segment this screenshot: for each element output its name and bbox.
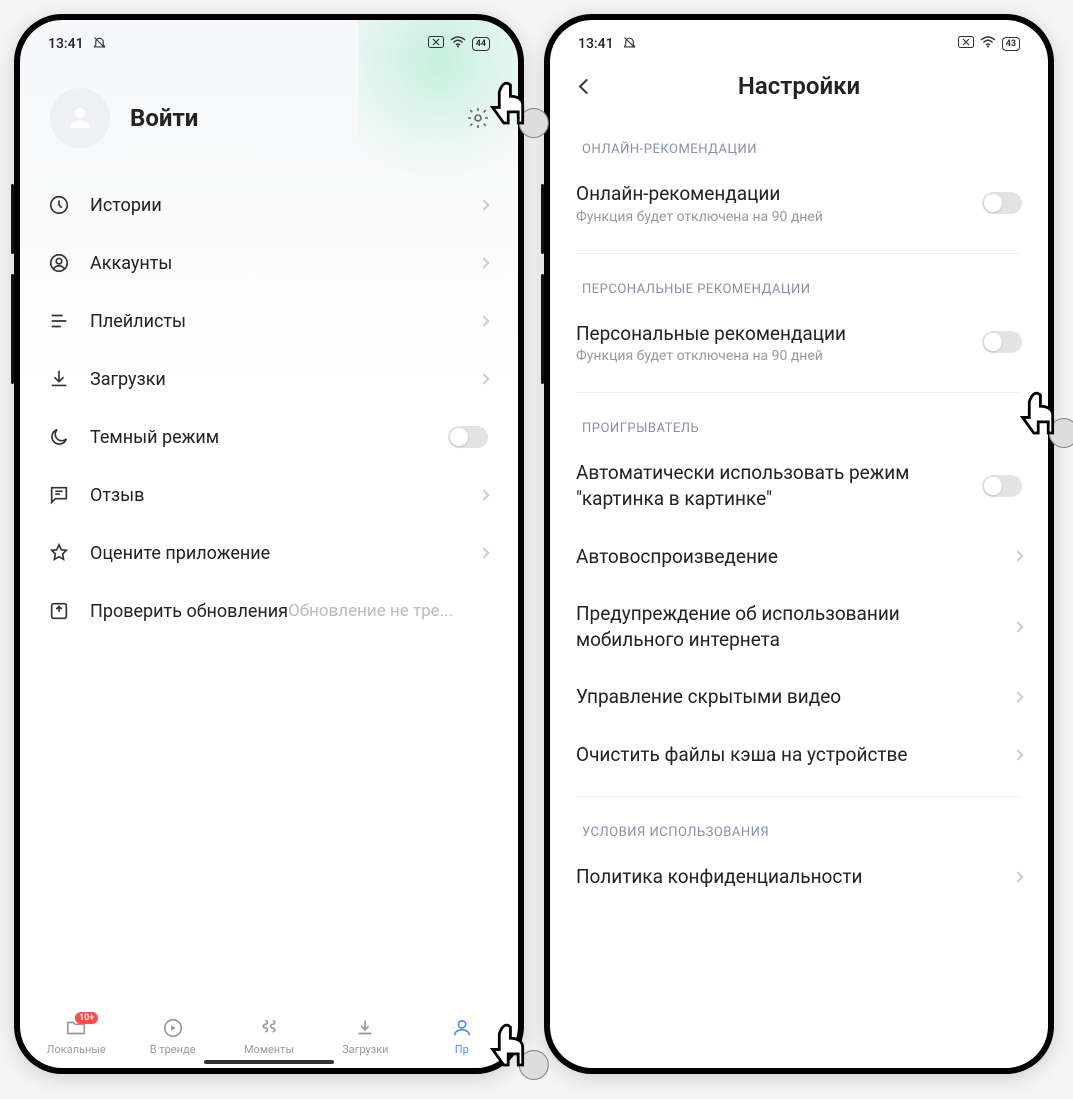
- chevron-right-icon: [478, 199, 489, 210]
- menu-rate[interactable]: Оцените приложение: [34, 524, 500, 582]
- playlist-icon: [46, 308, 72, 334]
- section-header-online: ОНЛАЙН-РЕКОМЕНДАЦИИ: [556, 114, 1042, 167]
- page-title: Настройки: [570, 72, 1028, 100]
- chevron-right-icon: [1012, 749, 1023, 760]
- nav-profile[interactable]: Пр: [418, 1016, 506, 1056]
- user-circle-icon: [46, 250, 72, 276]
- close-box-icon: [428, 36, 444, 52]
- setting-clear-cache[interactable]: Очистить файлы кэша на устройстве: [556, 728, 1042, 786]
- section-header-terms: УСЛОВИЯ ИСПОЛЬЗОВАНИЯ: [556, 797, 1042, 850]
- menu-sublabel: Обновление не тре...: [288, 601, 453, 621]
- nav-downloads[interactable]: Загрузки: [321, 1016, 409, 1056]
- chevron-right-icon: [478, 547, 489, 558]
- menu-label: Истории: [90, 195, 480, 216]
- setting-title: Предупреждение об использовании мобильно…: [576, 601, 1002, 652]
- setting-title: Политика конфиденциальности: [576, 864, 1002, 890]
- section-header-player: ПРОИГРЫВАТЕЛЬ: [556, 393, 1042, 446]
- wifi-icon: [450, 36, 466, 52]
- menu-playlists[interactable]: Плейлисты: [34, 292, 500, 350]
- battery-icon: 44: [472, 37, 490, 51]
- chevron-right-icon: [1012, 551, 1023, 562]
- bell-off-icon: [622, 35, 637, 54]
- section-header-personal: ПЕРСОНАЛЬНЫЕ РЕКОМЕНДАЦИИ: [556, 254, 1042, 307]
- download-icon: [46, 366, 72, 392]
- chat-icon: [46, 482, 72, 508]
- settings-icon[interactable]: [464, 104, 492, 132]
- setting-hidden-videos[interactable]: Управление скрытыми видео: [556, 670, 1042, 728]
- setting-personal-recs[interactable]: Персональные рекомендации Функция будет …: [556, 307, 1042, 383]
- status-time: 13:41: [578, 36, 614, 52]
- setting-autoplay[interactable]: Автовоспроизведение: [556, 530, 1042, 588]
- wifi-icon: [980, 36, 996, 52]
- profile-nav-icon: [450, 1016, 474, 1040]
- menu-label: Оцените приложение: [90, 543, 480, 564]
- nav-trending[interactable]: В тренде: [129, 1016, 217, 1056]
- moments-icon: [257, 1016, 281, 1040]
- nav-local[interactable]: 10+ Локальные: [32, 1016, 120, 1056]
- chevron-right-icon: [478, 315, 489, 326]
- nav-moments[interactable]: Моменты: [225, 1016, 313, 1056]
- setting-online-recs[interactable]: Онлайн-рекомендации Функция будет отключ…: [556, 167, 1042, 243]
- setting-title: Автоматически использовать режим "картин…: [576, 460, 970, 511]
- bottom-nav: 10+ Локальные В тренде Моменты Загрузки …: [20, 1010, 518, 1068]
- setting-subtitle: Функция будет отключена на 90 дней: [576, 348, 970, 364]
- online-recs-toggle[interactable]: [982, 192, 1022, 214]
- battery-icon: 43: [1002, 37, 1020, 51]
- moon-icon: [46, 424, 72, 450]
- darkmode-toggle[interactable]: [448, 426, 488, 448]
- play-circle-icon: [161, 1016, 185, 1040]
- status-time: 13:41: [48, 36, 84, 52]
- chevron-right-icon: [478, 489, 489, 500]
- download-nav-icon: [353, 1016, 377, 1040]
- setting-mobile-warn[interactable]: Предупреждение об использовании мобильно…: [556, 587, 1042, 670]
- phone-left: 13:41 44 Войти Истории: [14, 14, 524, 1074]
- setting-title: Очистить файлы кэша на устройстве: [576, 742, 1002, 768]
- nav-label: Пр: [455, 1043, 469, 1056]
- menu-history[interactable]: Истории: [34, 176, 500, 234]
- menu-label: Плейлисты: [90, 311, 480, 332]
- menu-label: Загрузки: [90, 369, 480, 390]
- menu-update[interactable]: Проверить обновления Обновление не тре..…: [34, 582, 500, 640]
- close-box-icon: [958, 36, 974, 52]
- avatar: [50, 88, 110, 148]
- chevron-right-icon: [1012, 871, 1023, 882]
- badge: 10+: [75, 1012, 98, 1024]
- setting-pip[interactable]: Автоматически использовать режим "картин…: [556, 446, 1042, 529]
- login-button[interactable]: Войти: [130, 104, 198, 132]
- profile-row[interactable]: Войти: [20, 58, 518, 176]
- nav-label: В тренде: [150, 1043, 196, 1056]
- menu-downloads[interactable]: Загрузки: [34, 350, 500, 408]
- menu-darkmode[interactable]: Темный режим: [34, 408, 500, 466]
- chevron-right-icon: [478, 373, 489, 384]
- setting-subtitle: Функция будет отключена на 90 дней: [576, 209, 970, 225]
- chevron-right-icon: [1012, 621, 1023, 632]
- pip-toggle[interactable]: [982, 475, 1022, 497]
- nav-label: Локальные: [47, 1043, 106, 1056]
- personal-recs-toggle[interactable]: [982, 331, 1022, 353]
- menu-label: Темный режим: [90, 427, 448, 448]
- star-icon: [46, 540, 72, 566]
- setting-privacy[interactable]: Политика конфиденциальности: [556, 850, 1042, 890]
- setting-title: Управление скрытыми видео: [576, 684, 1002, 710]
- nav-label: Загрузки: [342, 1043, 388, 1056]
- bell-off-icon: [92, 35, 107, 54]
- menu-accounts[interactable]: Аккаунты: [34, 234, 500, 292]
- setting-title: Онлайн-рекомендации: [576, 181, 970, 207]
- status-bar: 13:41 43: [550, 20, 1048, 58]
- header: Настройки: [550, 58, 1048, 114]
- menu-label: Отзыв: [90, 485, 480, 506]
- menu-feedback[interactable]: Отзыв: [34, 466, 500, 524]
- setting-title: Автовоспроизведение: [576, 544, 1002, 570]
- nav-label: Моменты: [244, 1043, 294, 1056]
- status-bar: 13:41 44: [20, 20, 518, 58]
- chevron-right-icon: [1012, 692, 1023, 703]
- menu-label: Проверить обновления: [90, 601, 288, 622]
- clock-icon: [46, 192, 72, 218]
- menu-label: Аккаунты: [90, 253, 480, 274]
- phone-right: 13:41 43 Настройки ОНЛАЙН-РЕКОМЕНДАЦИИ О…: [544, 14, 1054, 1074]
- folder-icon: 10+: [64, 1016, 88, 1040]
- setting-title: Персональные рекомендации: [576, 321, 970, 347]
- chevron-right-icon: [478, 257, 489, 268]
- update-icon: [46, 598, 72, 624]
